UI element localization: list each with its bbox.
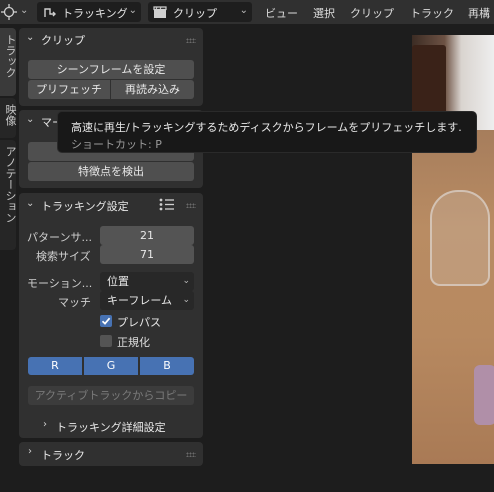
channel-g-toggle[interactable]: G <box>84 357 138 375</box>
track-panel: › トラック <box>19 442 203 466</box>
tab-footage-label: 映像 <box>4 104 17 126</box>
tab-annotation-label: アノテーション <box>4 146 17 223</box>
drag-handle-icon[interactable] <box>186 38 196 43</box>
tab-track-label: トラック <box>4 34 17 78</box>
chevron-down-icon[interactable]: ⌄ <box>26 114 34 125</box>
checkmark-icon <box>101 317 111 325</box>
tracking-icon <box>43 5 57 22</box>
chevron-down-icon: ⌄ <box>182 276 190 286</box>
tracking-advanced-subpanel[interactable]: トラッキング詳細設定 <box>56 419 166 435</box>
detect-features-button[interactable]: 特徴点を検出 <box>28 162 194 181</box>
tab-footage[interactable]: 映像 <box>0 98 17 138</box>
chevron-down-icon[interactable]: ⌄ <box>26 32 34 43</box>
menu-track[interactable]: トラック <box>410 5 454 21</box>
chevron-down-icon: ⌄ <box>128 5 137 16</box>
prefetch-button[interactable]: プリフェッチ <box>28 80 110 99</box>
track-panel-title[interactable]: トラック <box>41 447 85 463</box>
menu-reconstruct[interactable]: 再構 <box>468 5 490 21</box>
mode-label: トラッキング <box>62 7 128 20</box>
chevron-down-icon[interactable]: ⌄ <box>26 198 34 209</box>
drag-handle-icon[interactable] <box>186 203 196 208</box>
tooltip-description: 高速に再生/トラッキングするためディスクからフレームをプリフェッチします. <box>71 121 462 134</box>
search-size-field[interactable]: 71 <box>100 245 194 264</box>
tooltip-shortcut: ショートカット: P <box>71 138 162 151</box>
tab-track[interactable]: トラック <box>0 28 17 96</box>
motion-model-select[interactable]: 位置 ⌄ <box>100 272 194 291</box>
tab-annotation[interactable]: アノテーション <box>0 140 17 250</box>
normalize-checkbox[interactable] <box>100 335 112 347</box>
tracking-settings-title[interactable]: トラッキング設定 <box>41 198 129 214</box>
chevron-right-icon[interactable]: › <box>28 446 32 457</box>
menu-select[interactable]: 選択 <box>313 5 335 21</box>
prefetch-tooltip: 高速に再生/トラッキングするためディスクからフレームをプリフェッチします. ショ… <box>57 111 477 153</box>
menu-view[interactable]: ビュー <box>265 5 298 21</box>
pattern-size-field[interactable]: 21 <box>100 226 194 245</box>
chevron-right-icon[interactable]: › <box>43 419 47 430</box>
crosshair-icon[interactable] <box>1 4 17 23</box>
presets-list-icon[interactable] <box>159 198 175 214</box>
tracking-settings-panel: ⌄ トラッキング設定 パターンサ... 21 検索サイズ 71 モーション...… <box>19 193 203 438</box>
clip-editor-header: ⌄ トラッキング ⌄ クリップ ⌄ ビュー 選択 クリップ トラック 再構 <box>0 0 494 24</box>
channel-r-toggle[interactable]: R <box>28 357 82 375</box>
chevron-down-icon: ⌄ <box>182 295 190 305</box>
clip-footage-preview[interactable] <box>412 35 494 464</box>
chevron-down-icon[interactable]: ⌄ <box>20 5 28 16</box>
mode-selector[interactable]: トラッキング ⌄ <box>37 2 141 22</box>
clip-view-selector[interactable]: クリップ ⌄ <box>148 2 252 22</box>
footage-glass <box>430 190 490 286</box>
footage-object <box>474 365 494 425</box>
clip-panel: ⌄ クリップ シーンフレームを設定 プリフェッチ 再読み込み <box>19 28 203 106</box>
reload-button[interactable]: 再読み込み <box>111 80 194 99</box>
set-scene-frames-button[interactable]: シーンフレームを設定 <box>28 60 194 79</box>
motion-model-label: モーション... <box>27 277 93 290</box>
prepass-label[interactable]: プレパス <box>117 314 161 330</box>
match-label: マッチ <box>58 296 91 309</box>
clip-panel-title[interactable]: クリップ <box>41 32 85 48</box>
match-select[interactable]: キーフレーム ⌄ <box>100 291 194 310</box>
pattern-size-label: パターンサ... <box>27 231 92 244</box>
copy-from-active-track-button[interactable]: アクティブトラックからコピー <box>28 386 194 405</box>
drag-handle-icon[interactable] <box>186 452 196 457</box>
normalize-label[interactable]: 正規化 <box>117 334 150 350</box>
menu-clip[interactable]: クリップ <box>350 5 394 21</box>
clapper-icon <box>153 5 167 22</box>
channel-b-toggle[interactable]: B <box>140 357 194 375</box>
prepass-checkbox[interactable] <box>100 315 112 327</box>
chevron-down-icon: ⌄ <box>239 5 248 16</box>
clip-view-label: クリップ <box>173 7 217 20</box>
motion-model-value: 位置 <box>107 275 129 288</box>
search-size-label: 検索サイズ <box>36 250 91 263</box>
match-value: キーフレーム <box>107 294 173 307</box>
